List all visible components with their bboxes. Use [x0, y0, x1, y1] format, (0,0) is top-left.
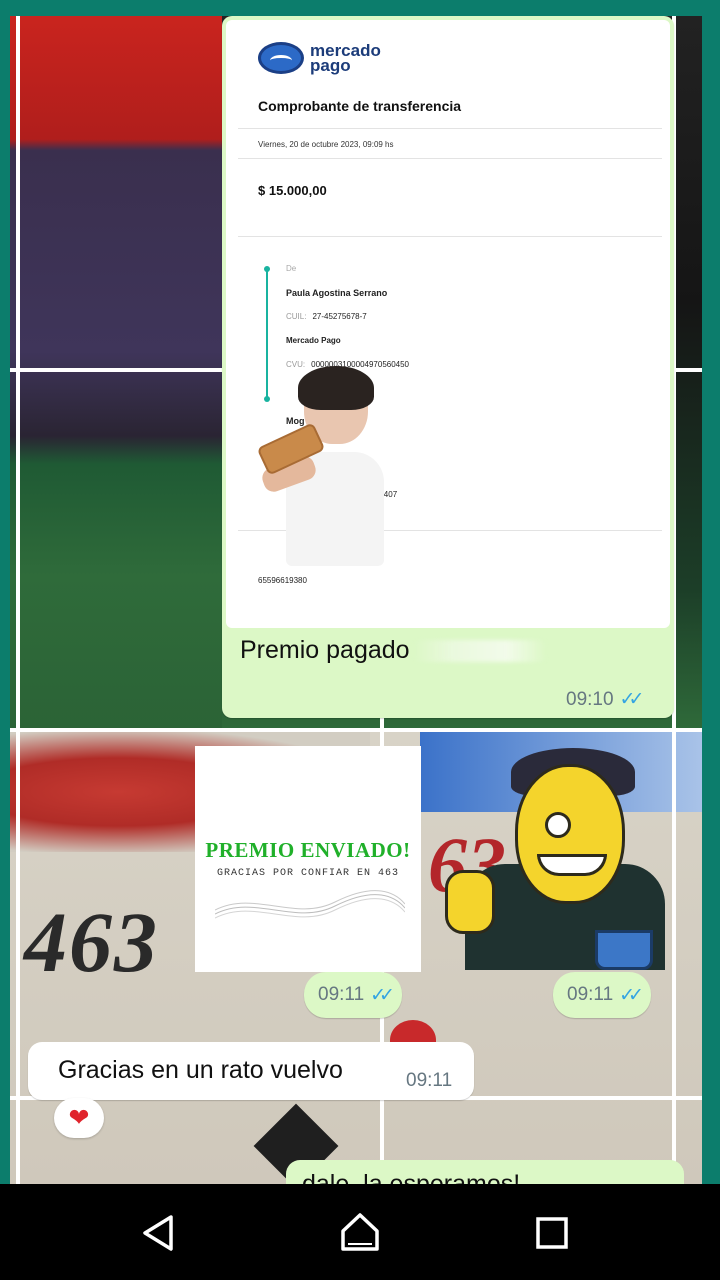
double-check-icon: ✓✓ — [619, 984, 644, 1006]
system-navigation-bar — [0, 1184, 720, 1280]
receipt-image-message[interactable]: mercado pago Comprobante de transferenci… — [222, 16, 674, 718]
wallpaper-tile-casino-dealer — [10, 16, 222, 576]
sender-cuil: 27-45275678-7 — [312, 312, 367, 321]
double-check-icon: ✓✓ — [370, 984, 395, 1006]
handshake-logo-icon — [258, 42, 304, 74]
receipt-title: Comprobante de transferencia — [258, 98, 462, 114]
heart-reaction-icon[interactable]: ❤ — [54, 1098, 104, 1138]
from-label: De — [286, 264, 297, 273]
sender-bank: Mercado Pago — [286, 336, 341, 345]
winking-cartoon-sticker[interactable] — [445, 744, 671, 970]
wallpaper-number-463: 463 — [24, 894, 159, 990]
sender-name: Paula Agostina Serrano — [286, 288, 388, 298]
wallpaper-tile-table — [10, 576, 222, 732]
double-check-icon: ✓✓ — [619, 689, 645, 710]
sticker-timestamp-bubble: 09:11 ✓✓ — [553, 972, 651, 1018]
receipt-caption: Premio pagado — [240, 636, 546, 665]
message-timestamp: 09:10 ✓✓ — [566, 688, 645, 711]
receipt-date: Viernes, 20 de octubre 2023, 09:09 hs — [258, 140, 394, 149]
decorative-waves — [215, 890, 405, 919]
premio-enviado-sticker[interactable]: PREMIO ENVIADO! GRACIAS POR CONFIAR EN 4… — [195, 746, 421, 972]
incoming-message-timestamp: 09:11 — [406, 1070, 453, 1091]
mercado-pago-logo: mercado pago — [258, 42, 381, 74]
recent-apps-icon[interactable] — [527, 1210, 577, 1256]
receipt-amount: $ 15.000,00 — [258, 183, 327, 198]
home-icon[interactable] — [335, 1210, 385, 1256]
incoming-message[interactable]: Gracias en un rato vuelvo 09:11 — [28, 1042, 474, 1100]
thumbs-up-icon — [445, 870, 495, 934]
premio-timestamp-bubble: 09:11 ✓✓ — [304, 972, 402, 1018]
incoming-message-text: Gracias en un rato vuelvo — [58, 1056, 343, 1084]
back-triangle-icon[interactable] — [134, 1210, 184, 1256]
woman-with-cash-sticker — [256, 366, 388, 566]
operation-number: 65596619380 — [258, 576, 307, 585]
